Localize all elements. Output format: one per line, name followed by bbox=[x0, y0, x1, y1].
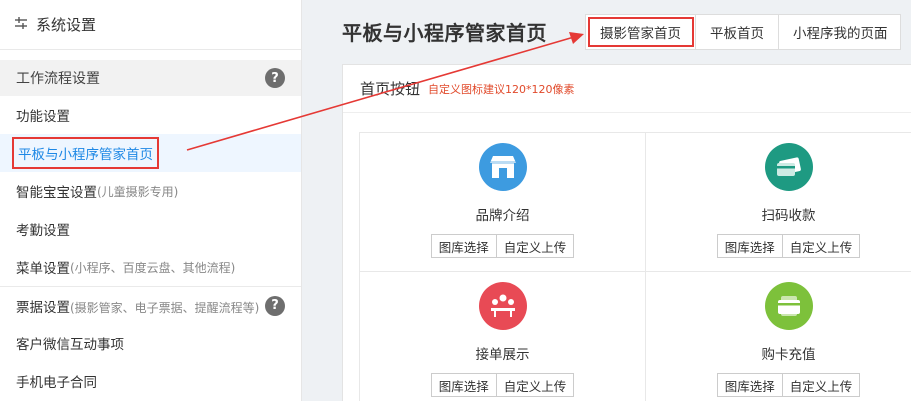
sidebar-item-label: 手机电子合同 bbox=[16, 375, 97, 391]
sidebar-item-function[interactable]: 功能设置 bbox=[0, 96, 301, 134]
help-icon[interactable]: ? bbox=[265, 295, 285, 316]
card-order-display: 接单展示 图库选择 自定义上传 bbox=[360, 272, 646, 401]
sidebar-item-label: 考勤设置 bbox=[16, 223, 70, 239]
sidebar-item-label: 平板与小程序管家首页 bbox=[12, 137, 159, 169]
card-label: 扫码收款 bbox=[761, 208, 816, 224]
card-label: 购卡充值 bbox=[761, 347, 816, 363]
card-actions: 图库选择 自定义上传 bbox=[430, 234, 575, 258]
card-actions: 图库选择 自定义上传 bbox=[716, 373, 861, 397]
home-buttons-panel: 首页按钮 自定义图标建议120*120像素 品牌介绍 图库选择 自定义上传 扫码… bbox=[342, 64, 911, 401]
card-label: 接单展示 bbox=[475, 347, 530, 363]
sidebar: 系统设置 工作流程设置 ? 功能设置 平板与小程序管家首页 智能宝宝设置 (儿童摄… bbox=[0, 0, 302, 401]
sidebar-item-sub: (儿童摄影专用) bbox=[97, 184, 179, 199]
custom-upload-button[interactable]: 自定义上传 bbox=[496, 234, 575, 258]
tab-tablet-home[interactable]: 平板首页 bbox=[696, 15, 779, 49]
panel-hint: 自定义图标建议120*120像素 bbox=[428, 82, 575, 96]
card-label: 品牌介绍 bbox=[475, 208, 530, 224]
gallery-select-button[interactable]: 图库选择 bbox=[430, 234, 497, 258]
button-grid: 品牌介绍 图库选择 自定义上传 扫码收款 图库选择 自定义上传 接单展示 图库选… bbox=[359, 132, 911, 401]
sidebar-group-label: 工作流程设置 bbox=[16, 71, 100, 87]
custom-upload-button[interactable]: 自定义上传 bbox=[782, 234, 861, 258]
sidebar-item-sub: (摄影管家、电子票据、提醒流程等) bbox=[70, 300, 260, 315]
help-icon[interactable]: ? bbox=[265, 68, 285, 88]
tab-miniprogram-mine[interactable]: 小程序我的页面 bbox=[779, 15, 900, 49]
sidebar-item-smart-baby[interactable]: 智能宝宝设置 (儿童摄影专用) bbox=[0, 172, 301, 210]
sidebar-item-label: 票据设置 bbox=[16, 299, 70, 316]
sidebar-header: 系统设置 bbox=[0, 0, 301, 50]
page-title: 平板与小程序管家首页 bbox=[342, 21, 547, 45]
card-scan-pay: 扫码收款 图库选择 自定义上传 bbox=[646, 133, 911, 272]
gallery-select-button[interactable]: 图库选择 bbox=[716, 234, 783, 258]
sidebar-item-label: 客户微信互动事项 bbox=[16, 337, 124, 353]
custom-upload-button[interactable]: 自定义上传 bbox=[782, 373, 861, 397]
sidebar-item-tablet-home[interactable]: 平板与小程序管家首页 bbox=[0, 134, 301, 172]
wallet-card-icon bbox=[764, 282, 813, 330]
sidebar-item-label: 菜单设置 bbox=[16, 261, 70, 277]
gallery-select-button[interactable]: 图库选择 bbox=[430, 373, 497, 397]
meeting-icon bbox=[478, 282, 527, 330]
sidebar-item-contract[interactable]: 手机电子合同 bbox=[0, 362, 301, 400]
panel-header: 首页按钮 自定义图标建议120*120像素 bbox=[343, 65, 911, 113]
storefront-icon bbox=[478, 143, 527, 191]
card-payment-icon bbox=[764, 143, 813, 191]
card-actions: 图库选择 自定义上传 bbox=[716, 234, 861, 258]
app-root: 系统设置 工作流程设置 ? 功能设置 平板与小程序管家首页 智能宝宝设置 (儿童摄… bbox=[0, 0, 911, 401]
tab-bar: 摄影管家首页 平板首页 小程序我的页面 bbox=[585, 14, 901, 50]
sidebar-item-label: 智能宝宝设置 bbox=[16, 185, 97, 201]
sidebar-title: 系统设置 bbox=[36, 16, 97, 34]
card-actions: 图库选择 自定义上传 bbox=[430, 373, 575, 397]
sidebar-item-receipt[interactable]: 票据设置(摄影管家、电子票据、提醒流程等) ? bbox=[0, 286, 301, 324]
card-card-recharge: 购卡充值 图库选择 自定义上传 bbox=[646, 272, 911, 401]
sidebar-item-menu[interactable]: 菜单设置 (小程序、百度云盘、其他流程) bbox=[0, 248, 301, 286]
sidebar-group-workflow[interactable]: 工作流程设置 ? bbox=[0, 60, 301, 96]
sidebar-item-label: 功能设置 bbox=[16, 109, 70, 125]
card-brand-intro: 品牌介绍 图库选择 自定义上传 bbox=[360, 133, 646, 272]
sidebar-item-sub: (小程序、百度云盘、其他流程) bbox=[70, 260, 236, 275]
settings-icon bbox=[14, 16, 30, 34]
gallery-select-button[interactable]: 图库选择 bbox=[716, 373, 783, 397]
custom-upload-button[interactable]: 自定义上传 bbox=[496, 373, 575, 397]
tab-photo-home[interactable]: 摄影管家首页 bbox=[586, 15, 696, 49]
sidebar-item-wechat[interactable]: 客户微信互动事项 bbox=[0, 324, 301, 362]
sidebar-item-attendance[interactable]: 考勤设置 bbox=[0, 210, 301, 248]
panel-title: 首页按钮 bbox=[360, 80, 421, 98]
